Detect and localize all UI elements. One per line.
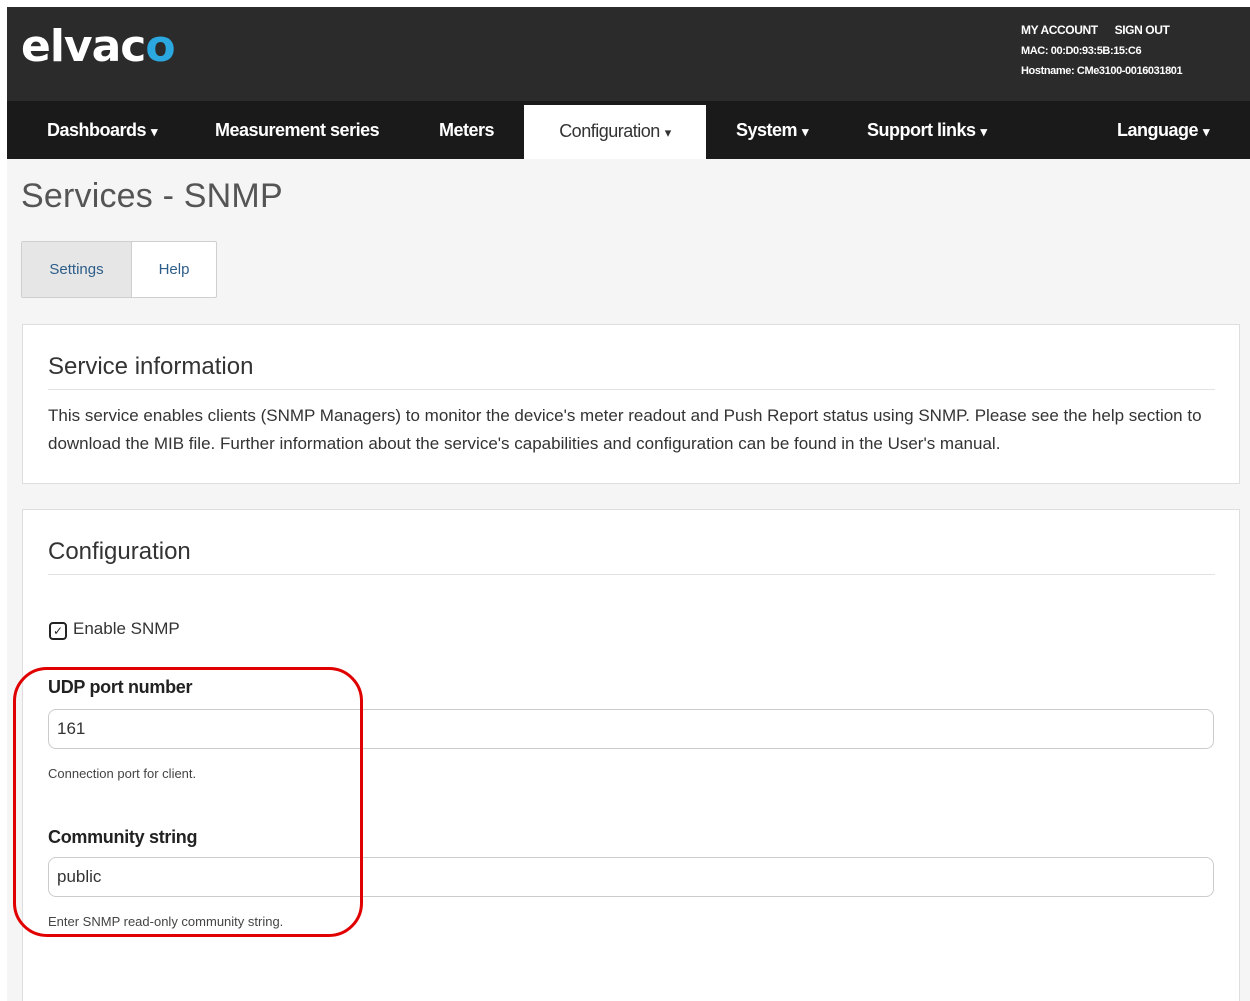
nav-meters[interactable]: Meters [439,101,495,159]
udp-port-help: Connection port for client. [48,766,197,781]
enable-snmp-checkbox[interactable]: ✓ [49,622,67,640]
tab-settings[interactable]: Settings [22,242,132,297]
configuration-heading: Configuration [48,538,191,565]
nav-system[interactable]: System ▾ [736,101,809,159]
my-account-link[interactable]: MY ACCOUNT [1021,23,1098,37]
udp-port-label: UDP port number [48,677,193,697]
community-string-input[interactable]: public [48,857,1214,897]
tab-help[interactable]: Help [132,242,216,297]
mac-address: MAC: 00:D0:93:5B:15:C6 [1021,45,1142,57]
enable-snmp-label[interactable]: Enable SNMP [73,619,180,639]
nav-dashboards[interactable]: Dashboards ▾ [47,101,158,159]
page-title: Services - SNMP [21,177,283,215]
account-area: MY ACCOUNT SIGN OUT MAC: 00:D0:93:5B:15:… [1021,23,1183,77]
caret-down-icon: ▾ [1203,124,1210,139]
nav-language[interactable]: Language ▾ [1117,101,1210,159]
service-information-heading: Service information [48,353,254,380]
divider [48,574,1215,575]
caret-down-icon: ▾ [151,124,158,139]
udp-port-input[interactable]: 161 [48,709,1214,749]
logo-text: elvac [21,21,146,72]
nav-support-links[interactable]: Support links ▾ [867,101,987,159]
hostname: Hostname: CMe3100-0016031801 [1021,65,1183,77]
service-information-panel: Service information This service enables… [22,324,1240,484]
divider [48,389,1215,390]
app-window: elvaco MY ACCOUNT SIGN OUT MAC: 00:D0:93… [7,7,1250,1001]
service-description: This service enables clients (SNMP Manag… [48,406,1202,453]
logo-accent-letter: o [145,21,175,72]
tab-bar: Settings Help [21,241,217,298]
nav-configuration[interactable]: Configuration ▾ [524,105,706,159]
checkmark-icon: ✓ [52,624,64,638]
community-string-help: Enter SNMP read-only community string. [48,914,284,929]
sign-out-link[interactable]: SIGN OUT [1115,23,1170,37]
caret-down-icon: ▾ [980,124,988,139]
community-string-label: Community string [48,827,198,847]
elvaco-logo[interactable]: elvaco [21,21,176,73]
nav-measurement-series[interactable]: Measurement series [215,101,380,159]
top-header: elvaco MY ACCOUNT SIGN OUT MAC: 00:D0:93… [7,7,1250,101]
caret-down-icon: ▾ [802,124,809,139]
caret-down-icon: ▾ [664,125,672,140]
configuration-panel: Configuration ✓ Enable SNMP UDP port num… [22,509,1240,1001]
main-nav: Dashboards ▾ Measurement series Meters Co… [7,101,1250,159]
